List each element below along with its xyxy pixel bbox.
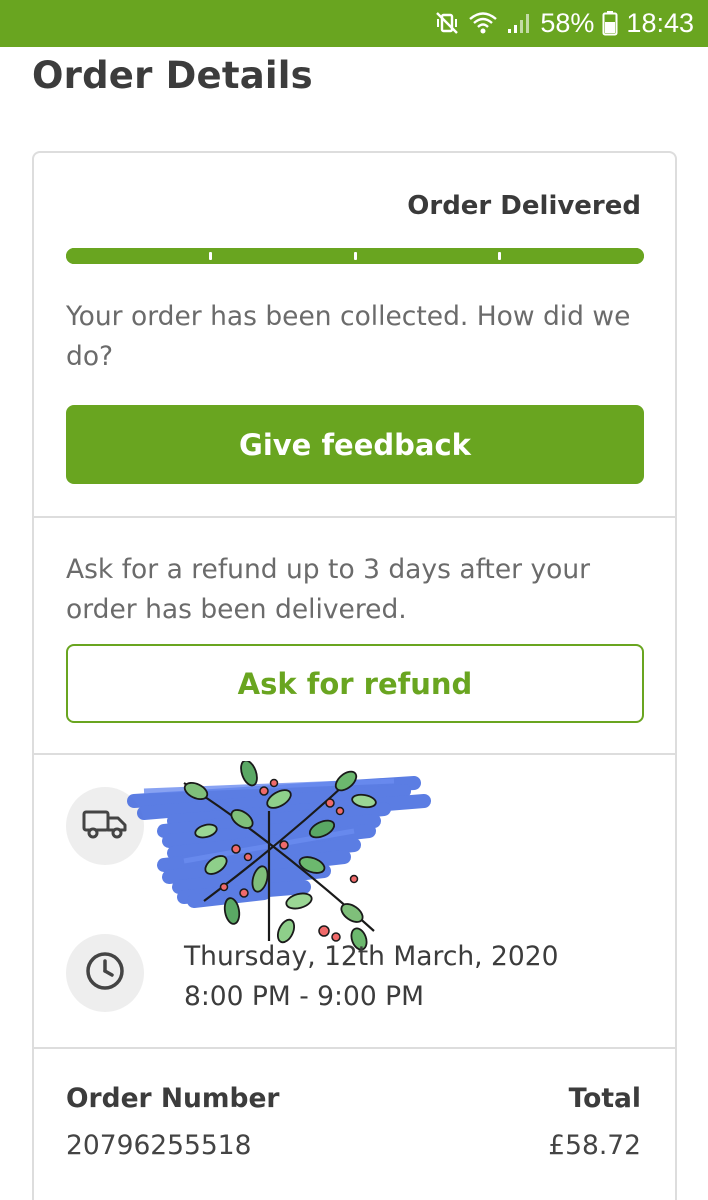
battery-icon	[602, 10, 618, 36]
clock-icon	[84, 950, 126, 996]
delivery-slot-icon-badge	[66, 934, 144, 1012]
wifi-icon	[468, 10, 498, 36]
truck-icon	[81, 807, 129, 845]
progress-tick	[209, 252, 212, 260]
status-bar: 58% 18:43	[0, 0, 708, 47]
status-icons: 58% 18:43	[434, 6, 694, 40]
give-feedback-button[interactable]: Give feedback	[66, 405, 644, 484]
signal-icon	[506, 10, 532, 36]
total-label: Total	[568, 1083, 641, 1114]
order-details-card: Order Delivered Your order has been coll…	[32, 151, 677, 1200]
order-number-label: Order Number	[66, 1083, 280, 1114]
collected-message: Your order has been collected. How did w…	[66, 301, 631, 372]
delivery-time: 8:00 PM - 9:00 PM	[184, 981, 424, 1012]
refund-message: Ask for a refund up to 3 days after your…	[66, 554, 591, 625]
section-divider	[34, 516, 675, 518]
page-title: Order Details	[32, 54, 313, 97]
progress-tick	[498, 252, 501, 260]
total-value: £58.72	[548, 1130, 641, 1161]
delivery-date: Thursday, 12th March, 2020	[184, 941, 559, 972]
order-status-label: Order Delivered	[407, 191, 641, 221]
delivery-progress-bar	[66, 248, 644, 264]
ask-for-refund-button[interactable]: Ask for refund	[66, 644, 644, 723]
battery-percent: 58%	[540, 7, 595, 38]
progress-tick	[354, 252, 357, 260]
section-divider	[34, 1047, 675, 1049]
order-number-value: 20796255518	[66, 1130, 252, 1161]
section-divider	[34, 753, 675, 755]
clock-time: 18:43	[626, 7, 694, 38]
address-redaction-sticker	[127, 761, 431, 951]
vibrate-mute-icon	[434, 10, 460, 36]
